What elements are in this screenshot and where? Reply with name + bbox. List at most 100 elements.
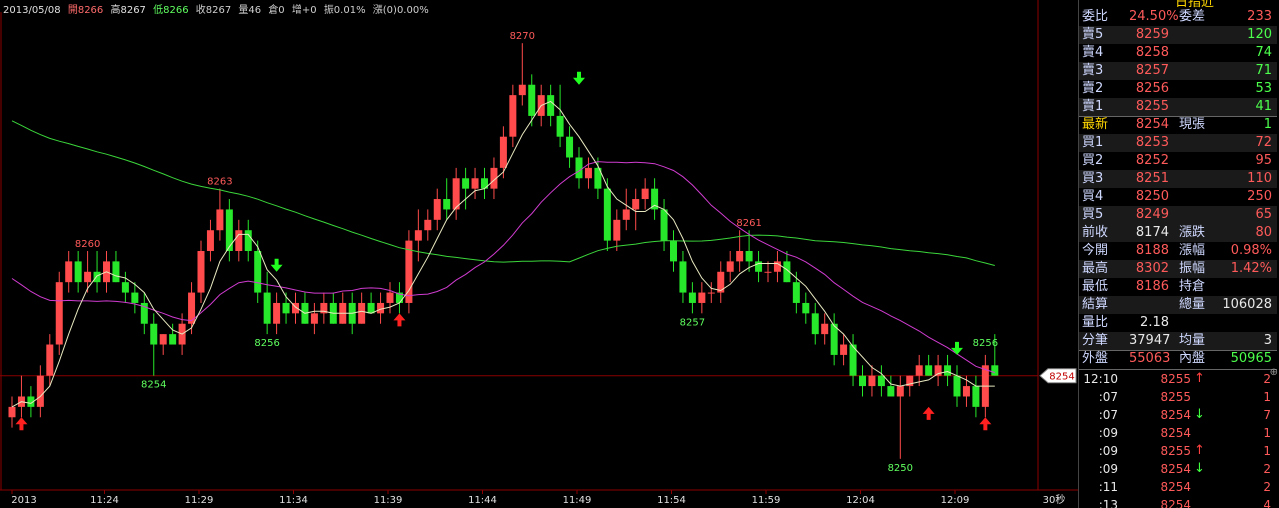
stat-value: 2.18 [1140, 315, 1169, 330]
quote-panel: 日指近 委比 24.50% 委差 233 賣5 8259 120 賣4 8258 74 賣3 8257 7… [1078, 0, 1279, 508]
candle-body [112, 261, 120, 283]
ask-qty: 74 [1255, 45, 1272, 60]
candle-body [953, 375, 961, 397]
bid-row: 買4 8250 250 [1079, 188, 1277, 206]
stat-row: 今開 8188 漲幅 0.98% [1079, 242, 1277, 260]
x-tick-label: 12:09 [941, 495, 970, 506]
candle-body [93, 271, 101, 283]
ratio-label: 委比 [1082, 9, 1109, 24]
ask-label: 賣2 [1082, 81, 1104, 96]
ask-price: 8257 [1135, 63, 1169, 78]
candle-body [575, 157, 583, 179]
tick-price: 8254 [1160, 480, 1191, 494]
candle-body [641, 188, 649, 200]
x-tick-label: 11:39 [374, 495, 403, 506]
bid-price: 8249 [1135, 207, 1169, 222]
candle-body [225, 209, 233, 251]
candle-body [915, 365, 923, 376]
stat-row: 分筆 37947 均量 3 [1079, 332, 1277, 350]
x-tick-label: 11:49 [563, 495, 592, 506]
annotation-label: 8263 [207, 177, 232, 188]
ma20-line [11, 161, 995, 374]
stat-label: 今開 [1082, 243, 1109, 258]
candle-body [55, 282, 63, 345]
bid-label: 買4 [1082, 189, 1104, 204]
bid-qty: 72 [1255, 135, 1272, 150]
candlestick-chart[interactable]: 8260 8263 8256 8254 8270 8257 8261 8250 8256 2013… [0, 0, 1078, 508]
candle-body [386, 292, 394, 303]
candle-body [8, 406, 16, 418]
candle-body [131, 292, 139, 303]
tick-volume: 2 [1263, 372, 1271, 386]
x-unit-label: 30秒 [1043, 493, 1066, 506]
tick-volume: 2 [1263, 480, 1271, 494]
bid-row: 買2 8252 95 [1079, 152, 1277, 170]
stat-row: 結算 總量 106028 [1079, 296, 1277, 314]
candle-body [877, 375, 885, 387]
tick-time: :07 [1098, 408, 1118, 422]
stat-label-2: 總量 [1179, 297, 1206, 312]
tick-row: :09 8255 ↑ 1 [1079, 442, 1277, 460]
candle-body [254, 251, 262, 293]
candle-body [859, 375, 866, 387]
tick-price: 8255 [1160, 444, 1191, 458]
last-price: 8254 [1135, 117, 1169, 132]
tick-volume: 7 [1263, 408, 1271, 422]
x-tick-label: 11:34 [279, 495, 308, 506]
outer-label: 外盤 [1082, 351, 1109, 366]
candle-body [584, 167, 592, 179]
stat-row: 最高 8302 振幅 1.42% [1079, 260, 1277, 278]
candle-body [679, 261, 687, 293]
ask-price: 8255 [1135, 99, 1169, 114]
candle-body [358, 302, 366, 324]
ask-row: 賣5 8259 120 [1079, 26, 1277, 44]
inner-value: 50965 [1230, 351, 1272, 366]
stat-value-2: 3 [1263, 333, 1272, 348]
candle-body [755, 261, 763, 272]
last-label: 最新 [1082, 117, 1109, 132]
stat-value: 37947 [1129, 333, 1171, 348]
candle-body [613, 219, 621, 241]
candle-body [821, 323, 829, 335]
candle-body [528, 84, 536, 116]
tick-time: :13 [1098, 498, 1118, 508]
candle-body [773, 261, 781, 272]
ratio-diff-value: 233 [1247, 9, 1272, 24]
ask-qty: 41 [1255, 99, 1272, 114]
candle-body [36, 375, 44, 407]
bid-qty: 250 [1247, 189, 1272, 204]
arrow-up-icon: ↑ [1194, 371, 1205, 386]
tick-price: 8254 [1160, 408, 1191, 422]
stat-label: 最高 [1082, 261, 1109, 276]
stat-label: 前收 [1082, 225, 1109, 240]
bid-label: 買3 [1082, 171, 1104, 186]
stat-value-2: 80 [1255, 225, 1272, 240]
candle-body [944, 365, 952, 376]
last-qty: 1 [1263, 117, 1272, 132]
ask-label: 賣1 [1082, 99, 1104, 114]
bid-price: 8253 [1135, 135, 1169, 150]
candle-body [263, 292, 271, 324]
annotation-label: 8261 [736, 218, 761, 229]
stat-value: 8186 [1135, 279, 1169, 294]
bid-label: 買2 [1082, 153, 1104, 168]
candle-body [603, 188, 611, 241]
inner-label: 內盤 [1179, 351, 1206, 366]
x-tick-label: 11:29 [185, 495, 214, 506]
candle-body [471, 178, 479, 189]
ask-qty: 120 [1247, 27, 1272, 42]
ask-price: 8259 [1135, 27, 1169, 42]
tick-row: :07 8254 ↓ 7 [1079, 406, 1277, 424]
tick-volume: 1 [1263, 390, 1271, 404]
last-price-row: 最新 8254 現張 1 [1079, 116, 1277, 134]
scroll-up-icon[interactable]: ⊕ [1270, 367, 1278, 378]
candle-body [206, 230, 214, 251]
bid-qty: 95 [1255, 153, 1272, 168]
candle-body [84, 271, 92, 283]
tick-row: :07 8255 1 [1079, 388, 1277, 406]
candle-body [433, 199, 441, 220]
stat-row: 前收 8174 漲跌 80 [1079, 224, 1277, 242]
bid-label: 買1 [1082, 135, 1104, 150]
ask-row: 賣2 8256 53 [1079, 80, 1277, 98]
annotation-label: 8260 [75, 239, 100, 250]
